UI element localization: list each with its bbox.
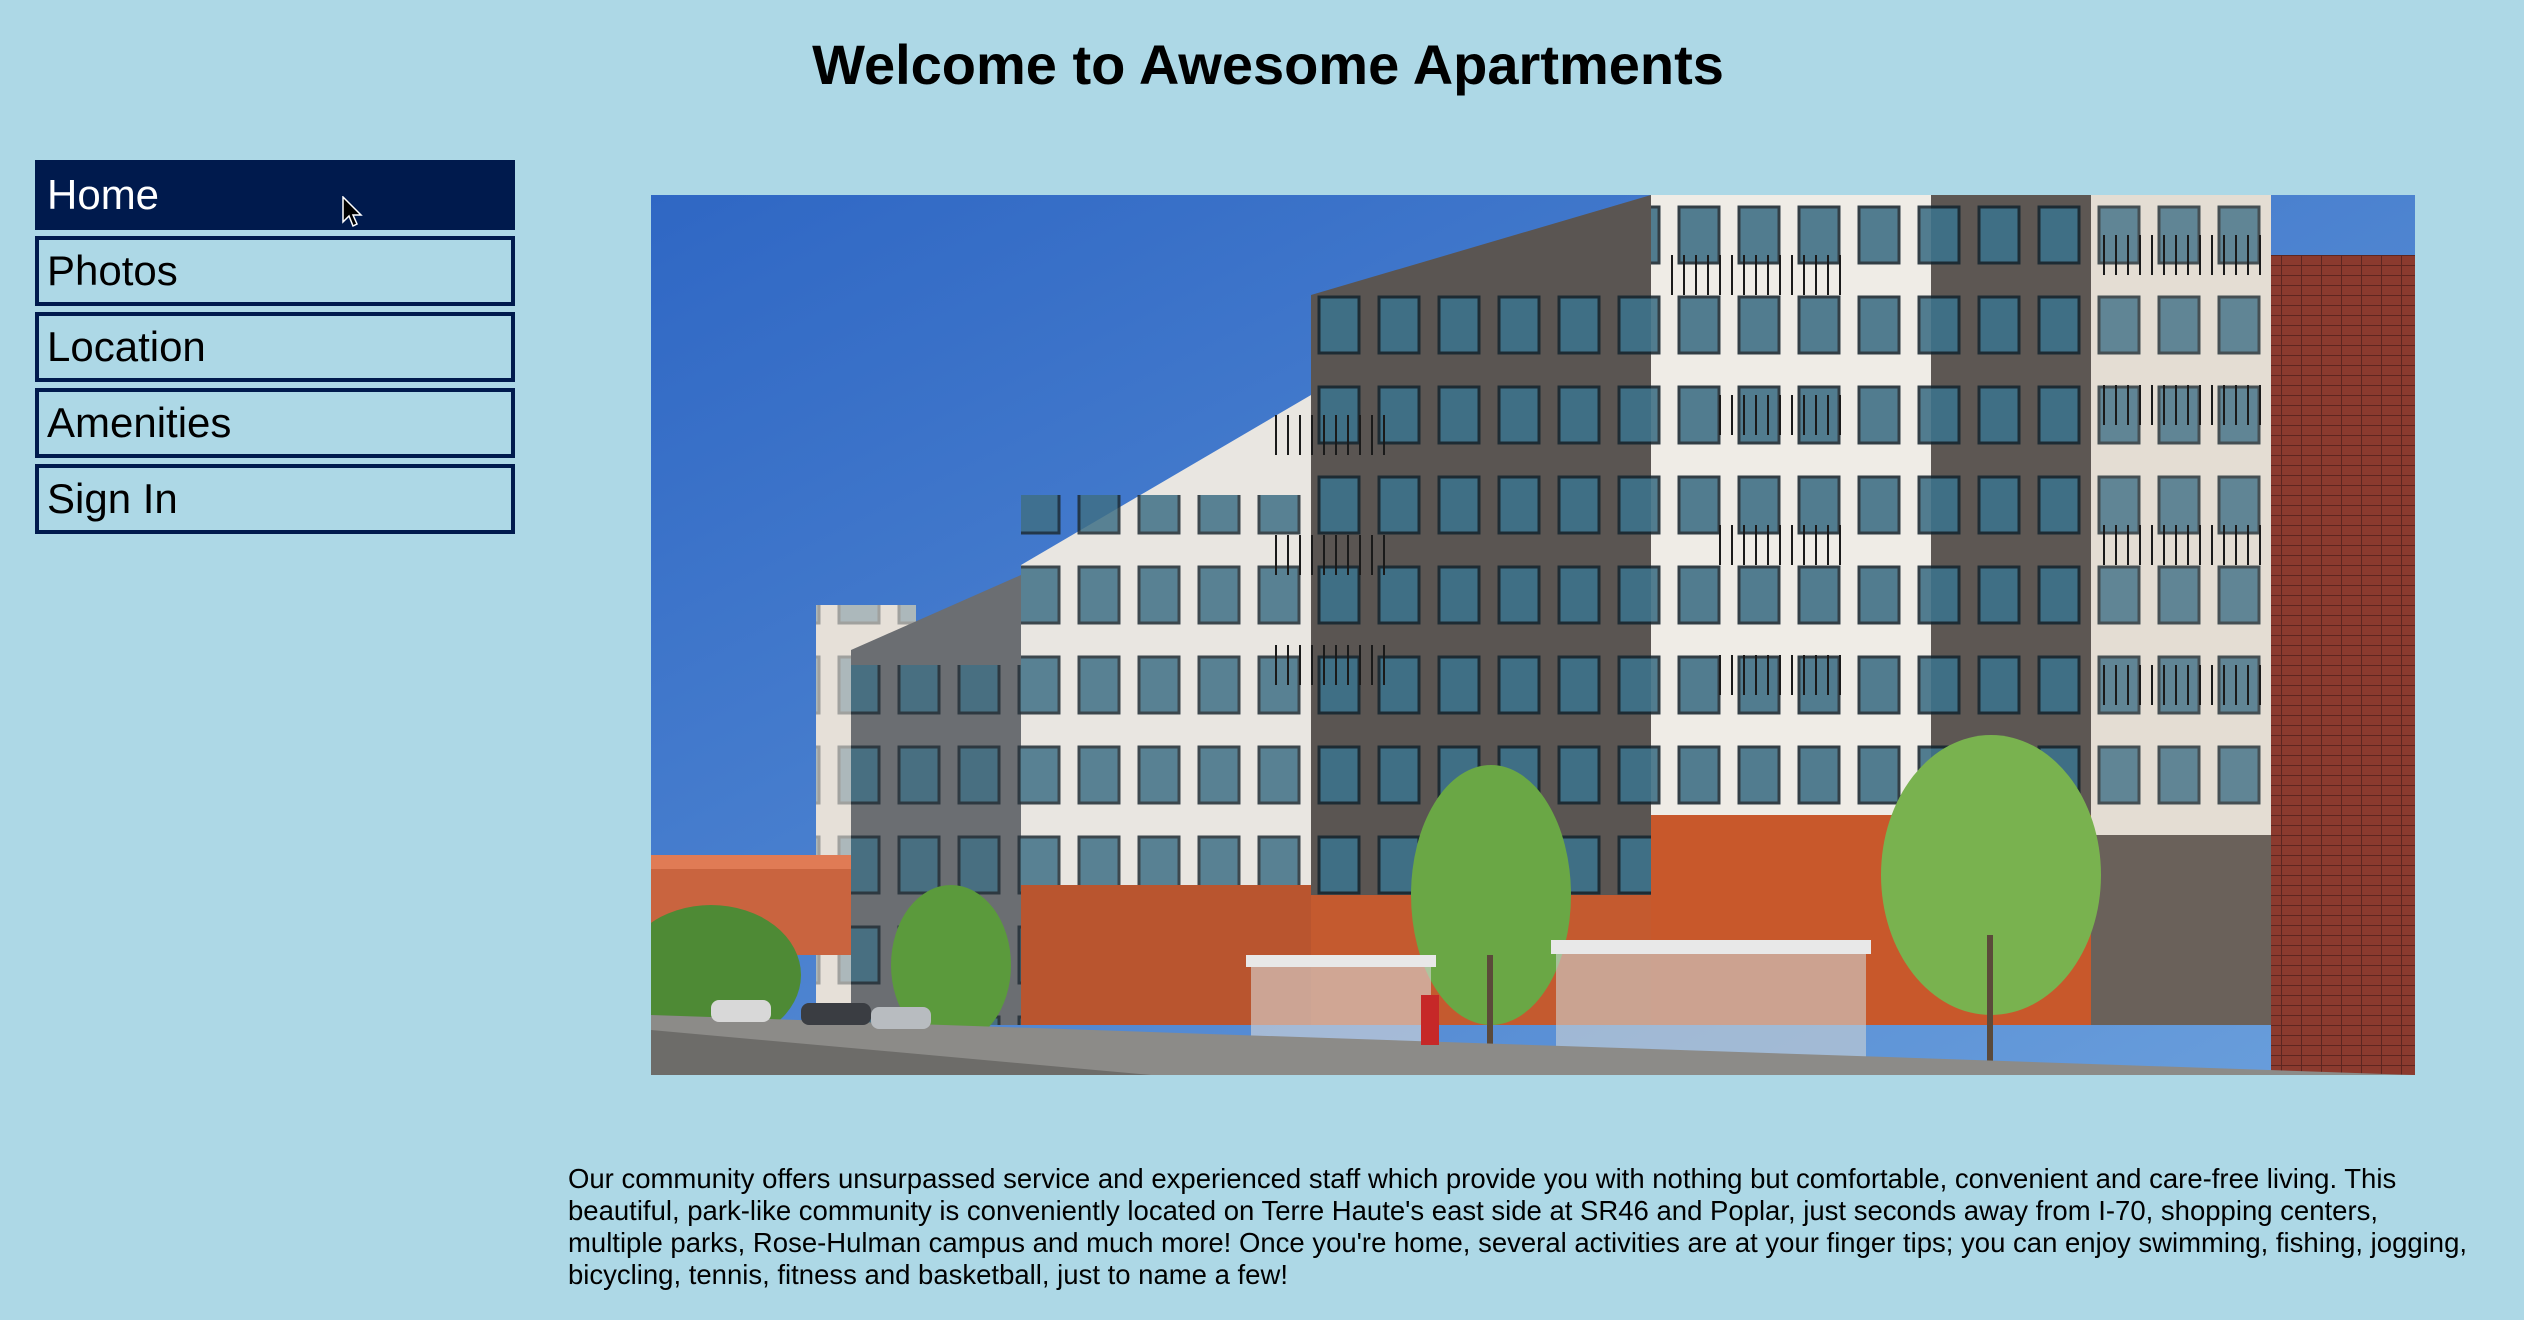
- main-nav: Home Photos Location Amenities Sign In: [35, 160, 515, 540]
- mouse-cursor-icon: [342, 196, 363, 228]
- nav-item-home[interactable]: Home: [35, 160, 515, 230]
- community-description: Our community offers unsurpassed service…: [568, 1163, 2468, 1290]
- page: Welcome to Awesome Apartments Home Photo…: [0, 0, 2524, 1320]
- nav-item-photos[interactable]: Photos: [35, 236, 515, 306]
- page-title: Welcome to Awesome Apartments: [812, 33, 1724, 96]
- nav-item-sign-in[interactable]: Sign In: [35, 464, 515, 534]
- nav-item-amenities[interactable]: Amenities: [35, 388, 515, 458]
- nav-item-location[interactable]: Location: [35, 312, 515, 382]
- apartment-building-photo: [651, 195, 2415, 1075]
